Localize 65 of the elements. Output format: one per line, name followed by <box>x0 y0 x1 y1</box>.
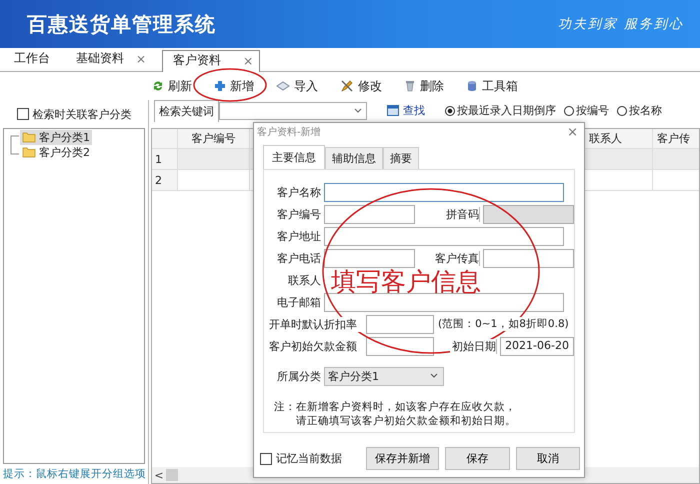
input-field[interactable] <box>324 292 564 312</box>
caret-icon <box>430 373 438 379</box>
tree-item[interactable]: 客户分类1 <box>20 130 92 145</box>
close-icon[interactable]: × <box>136 52 146 66</box>
page-tab[interactable]: 工作台 <box>4 50 62 71</box>
import-icon <box>276 80 290 92</box>
input-field[interactable] <box>483 248 574 268</box>
field-label: 拼音码 <box>444 206 480 222</box>
scroll-left-button[interactable]: < <box>152 468 166 482</box>
input-field[interactable] <box>324 204 415 224</box>
folder-icon <box>22 147 36 158</box>
dialog-button[interactable]: 保存并新增 <box>366 447 440 470</box>
category-dropdown[interactable]: 客户分类1 <box>324 366 444 386</box>
range-hint: (范围：0~1，如8折即0.8) <box>438 317 569 331</box>
field-label: 初始日期 <box>450 338 498 354</box>
app-title: 百惠送货单管理系统 <box>27 10 216 38</box>
toolbar-button[interactable]: 新增 <box>210 76 258 96</box>
page-tab[interactable]: 客户资料 × <box>162 50 260 72</box>
annotation-text: 填写客户信息 <box>331 269 481 294</box>
sort-radio[interactable]: 按最近录入日期倒序 <box>445 103 556 118</box>
toolbar-button[interactable]: 导入 <box>272 76 322 96</box>
pencil-icon <box>340 80 354 92</box>
dialog-button[interactable]: 保存 <box>445 447 510 470</box>
field-label: 客户传真 <box>433 250 480 266</box>
row-number: 2 <box>152 170 178 190</box>
database-icon <box>466 80 478 92</box>
folder-icon <box>22 132 36 143</box>
close-icon[interactable]: × <box>567 124 578 140</box>
keyword-field[interactable] <box>219 102 367 120</box>
input-field[interactable] <box>324 248 415 268</box>
row-number: 1 <box>152 149 178 169</box>
note-text: 注：在新增客户资料时，如该客户存在应收欠款， 请正确填写该客户初始欠款金额和初始日期。 <box>274 400 517 428</box>
hint-text: 提示：鼠标右键展开分组选项 <box>2 467 147 482</box>
input-field[interactable] <box>324 226 564 246</box>
toolbar-button[interactable]: 刷新 <box>148 76 196 96</box>
search-label: 检索关键词 <box>154 100 219 122</box>
input-field[interactable] <box>366 336 434 356</box>
input-field[interactable] <box>366 314 434 334</box>
dialog-title: 客户资料-新增 <box>257 126 321 139</box>
dialog-tab[interactable]: 主要信息 <box>263 145 325 169</box>
toolbar-button[interactable]: 删除 <box>400 76 448 96</box>
input-field[interactable] <box>324 182 564 202</box>
filter-checkbox[interactable]: 检索时关联客户分类 <box>16 106 132 122</box>
input-field[interactable]: 2021-06-20 <box>500 336 574 356</box>
toolbar-button[interactable]: 工具箱 <box>462 76 522 96</box>
page-tab[interactable]: 基础资料 × <box>66 50 158 71</box>
close-icon[interactable]: × <box>243 54 254 68</box>
refresh-icon <box>152 80 164 92</box>
toolbar-button[interactable]: 修改 <box>336 76 386 96</box>
dialog-tab[interactable]: 辅助信息 <box>325 147 383 169</box>
remember-checkbox[interactable]: 记忆当前数据 <box>260 451 342 466</box>
window-icon <box>387 105 399 116</box>
sort-radio[interactable]: 按编号 <box>564 103 609 118</box>
trash-icon <box>404 80 416 92</box>
column-header: 客户编号 <box>178 129 250 148</box>
plus-icon <box>214 80 226 92</box>
sort-radio[interactable]: 按名称 <box>617 103 662 118</box>
dialog-button[interactable]: 取消 <box>516 447 580 470</box>
caret-icon <box>354 108 362 114</box>
tree-item[interactable]: 客户分类2 <box>20 145 92 160</box>
scroll-thumb[interactable] <box>166 469 178 481</box>
column-header: 客户传 <box>656 131 691 147</box>
dialog-tab[interactable]: 摘要 <box>383 147 419 169</box>
slogan-text: 功夫到家 服务到心 <box>558 16 684 33</box>
find-button[interactable]: 查找 <box>387 103 425 118</box>
